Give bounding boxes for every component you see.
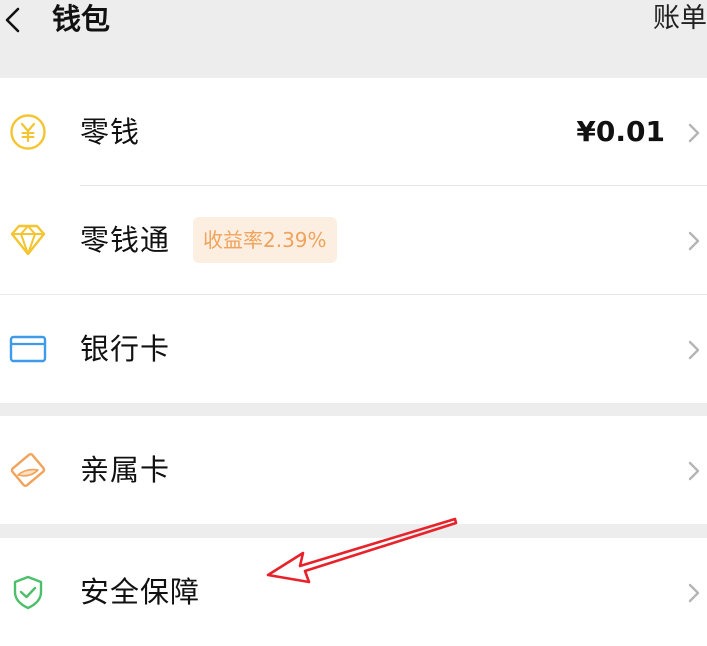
bank-card-icon [9,335,47,363]
page-title: 钱包 [52,2,111,36]
list-item-label: 零钱 [80,115,141,149]
family-card-icon [10,453,46,487]
list-item-security[interactable]: 安全保障 [0,538,707,646]
chevron-left-icon [5,7,20,33]
list-item-label: 零钱通 [80,223,171,257]
balance-value: ¥0.01 [576,115,665,148]
diamond-icon [10,224,46,256]
list-item-label: 亲属卡 [80,453,171,487]
chevron-right-icon [688,340,700,360]
yield-rate-badge: 收益率2.39% [193,217,337,263]
header-bar: 钱包 账单 [0,0,707,78]
chevron-right-icon [688,583,700,603]
list-item-lingqiantong[interactable]: 零钱通 收益率2.39% [0,186,707,294]
list-item-family-card[interactable]: 亲属卡 [0,416,707,524]
chevron-right-icon [688,123,700,143]
back-button[interactable] [0,0,40,40]
shield-check-icon [13,575,43,610]
bill-button[interactable]: 账单 [653,0,707,40]
list-item-bank-card[interactable]: 银行卡 [0,295,707,403]
chevron-right-icon [688,461,700,481]
list-item-label: 安全保障 [80,575,201,609]
list-item-label: 银行卡 [80,332,171,366]
chevron-right-icon [688,231,700,251]
list-item-balance[interactable]: 零钱 ¥0.01 [0,78,707,186]
yuan-coin-icon [10,114,46,150]
